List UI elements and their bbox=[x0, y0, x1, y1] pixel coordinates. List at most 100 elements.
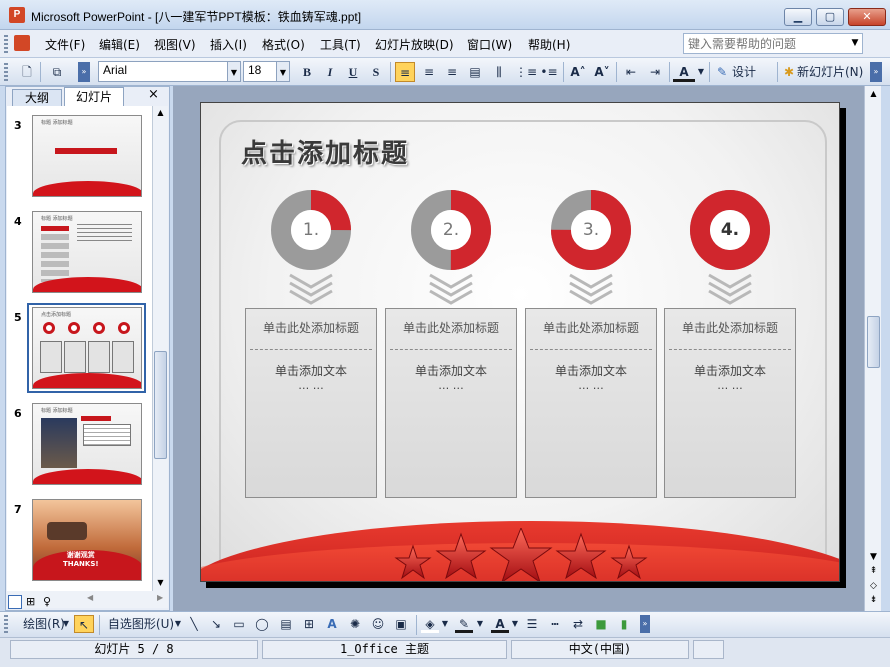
toolbar-grip-handle[interactable] bbox=[4, 63, 8, 81]
fill-color-icon[interactable]: ◈ bbox=[421, 615, 439, 633]
card-text[interactable]: 单击添加文本 bbox=[526, 362, 656, 379]
line-style-icon[interactable]: ☰ bbox=[523, 615, 541, 633]
step-4-card[interactable]: 单击此处添加标题 单击添加文本 … … bbox=[664, 308, 796, 498]
help-search-input[interactable] bbox=[683, 33, 863, 54]
italic-button[interactable]: I bbox=[322, 62, 338, 82]
wordart-icon[interactable]: A bbox=[323, 615, 341, 633]
align-center-icon[interactable]: ≡ bbox=[419, 62, 439, 82]
decrease-font-icon[interactable]: A˅ bbox=[592, 62, 612, 82]
picture-icon[interactable]: ▣ bbox=[392, 615, 410, 633]
slide-thumbnail-4[interactable]: 标题 添加标题 bbox=[32, 211, 142, 293]
new-document-icon[interactable]: 🗋 bbox=[18, 62, 36, 82]
card-text[interactable]: 单击添加文本 bbox=[386, 362, 516, 379]
draw-font-dropdown-icon[interactable]: ▼ bbox=[511, 615, 519, 633]
fill-dropdown-icon[interactable]: ▼ bbox=[441, 615, 449, 633]
toolbar-options-icon[interactable]: » bbox=[78, 62, 90, 82]
document-icon[interactable] bbox=[14, 35, 30, 51]
normal-view-icon[interactable] bbox=[8, 595, 22, 609]
menu-file[interactable]: 文件(F) bbox=[45, 36, 85, 53]
autoshapes-dropdown-icon[interactable]: ▼ bbox=[174, 615, 182, 633]
copy-icon[interactable]: ⧉ bbox=[46, 62, 68, 82]
close-window-button[interactable]: ✕ bbox=[848, 8, 886, 26]
step-4-circle[interactable]: 4. bbox=[690, 190, 770, 273]
slide-thumbnail-3[interactable]: 标题 添加标题 bbox=[32, 115, 142, 197]
draw-font-color-icon[interactable]: A bbox=[491, 615, 509, 633]
new-slide-icon[interactable]: ✱ bbox=[781, 62, 797, 82]
dash-style-icon[interactable]: ┅ bbox=[546, 615, 564, 633]
bold-button[interactable]: B bbox=[299, 62, 315, 82]
draw-toolbar-overflow-icon[interactable]: » bbox=[640, 615, 650, 633]
shadow-button[interactable]: S bbox=[368, 62, 384, 82]
shadow-style-icon[interactable]: ■ bbox=[592, 615, 610, 633]
clipart-icon[interactable]: ☺ bbox=[369, 615, 387, 633]
menu-window[interactable]: 窗口(W) bbox=[467, 36, 512, 53]
slide-title-placeholder[interactable]: 点击添加标题 bbox=[241, 133, 409, 170]
maximize-button[interactable]: ▢ bbox=[816, 8, 844, 26]
slide-thumbnail-5[interactable]: 点击添加标题 bbox=[32, 307, 142, 389]
step-3-circle[interactable]: 3. bbox=[551, 190, 631, 273]
font-size-select[interactable]: 18 bbox=[243, 61, 277, 82]
diagram-icon[interactable]: ✺ bbox=[346, 615, 364, 633]
slide-thumbnail-6[interactable]: 标题 添加标题 bbox=[32, 403, 142, 485]
justify-icon[interactable]: ▤ bbox=[465, 62, 485, 82]
powerpoint-app-icon[interactable]: P bbox=[9, 7, 25, 23]
minimize-button[interactable]: ▁ bbox=[784, 8, 812, 26]
font-color-icon[interactable]: A bbox=[673, 62, 695, 82]
draw-toolbar-grip[interactable] bbox=[4, 615, 8, 633]
align-right-icon[interactable]: ≡ bbox=[442, 62, 462, 82]
arrow-icon[interactable]: ↘ bbox=[208, 615, 224, 633]
columns-icon[interactable]: ⫼ bbox=[489, 62, 509, 82]
new-slide-button[interactable]: 新幻灯片(N) bbox=[797, 62, 867, 82]
font-dropdown-icon[interactable]: ▼ bbox=[227, 61, 241, 82]
font-name-select[interactable]: Arial bbox=[98, 61, 228, 82]
line-icon[interactable]: ╲ bbox=[186, 615, 202, 633]
line-color-icon[interactable]: ✎ bbox=[455, 615, 473, 633]
slide-sorter-view-icon[interactable]: ⊞ bbox=[26, 595, 40, 609]
menu-view[interactable]: 视图(V) bbox=[154, 36, 196, 53]
arrow-style-icon[interactable]: ⇄ bbox=[569, 615, 587, 633]
rectangle-icon[interactable]: ▭ bbox=[230, 615, 248, 633]
draw-dropdown-icon[interactable]: ▼ bbox=[62, 615, 70, 633]
autoshapes-menu-button[interactable]: 自选图形(U) bbox=[105, 615, 177, 633]
step-1-card[interactable]: 单击此处添加标题 单击添加文本 … … bbox=[245, 308, 377, 498]
menu-edit[interactable]: 编辑(E) bbox=[99, 36, 140, 53]
card-text[interactable]: 单击添加文本 bbox=[665, 362, 795, 379]
pane-close-icon[interactable]: × bbox=[148, 87, 159, 102]
numbered-list-icon[interactable]: ⋮≡ bbox=[515, 62, 537, 82]
menu-format[interactable]: 格式(O) bbox=[262, 36, 305, 53]
vertical-textbox-icon[interactable]: ⊞ bbox=[300, 615, 318, 633]
tab-slides[interactable]: 幻灯片 bbox=[64, 87, 124, 106]
select-pointer-icon[interactable]: ↖ bbox=[74, 615, 94, 633]
current-slide[interactable]: 点击添加标题 1. 2. 3. 4. 单击此处添加标题 单击添加文本 … … 单… bbox=[200, 102, 840, 582]
design-icon[interactable]: ✎ bbox=[714, 62, 730, 82]
toolbar-overflow-icon[interactable]: » bbox=[870, 62, 882, 82]
3d-style-icon[interactable]: ▮ bbox=[615, 615, 633, 633]
tab-outline[interactable]: 大纲 bbox=[12, 89, 62, 106]
step-1-circle[interactable]: 1. bbox=[271, 190, 351, 273]
menu-insert[interactable]: 插入(I) bbox=[210, 36, 247, 53]
card-heading[interactable]: 单击此处添加标题 bbox=[665, 319, 795, 336]
size-dropdown-icon[interactable]: ▼ bbox=[276, 61, 290, 82]
oval-icon[interactable]: ◯ bbox=[253, 615, 271, 633]
bulleted-list-icon[interactable]: •≡ bbox=[539, 62, 559, 82]
card-heading[interactable]: 单击此处添加标题 bbox=[246, 319, 376, 336]
slide-thumbnail-7[interactable]: 谢谢观赏 THANKS! bbox=[32, 499, 142, 581]
step-2-circle[interactable]: 2. bbox=[411, 190, 491, 273]
align-left-icon[interactable]: ≡ bbox=[395, 62, 415, 82]
slideshow-view-icon[interactable]: ♀ bbox=[43, 595, 57, 609]
increase-font-icon[interactable]: A˄ bbox=[568, 62, 588, 82]
textbox-icon[interactable]: ▤ bbox=[277, 615, 295, 633]
step-2-card[interactable]: 单击此处添加标题 单击添加文本 … … bbox=[385, 308, 517, 498]
increase-indent-icon[interactable]: ⇥ bbox=[645, 62, 665, 82]
menu-help[interactable]: 帮助(H) bbox=[528, 36, 570, 53]
menu-grip-handle[interactable] bbox=[4, 35, 8, 53]
line-color-dropdown-icon[interactable]: ▼ bbox=[476, 615, 484, 633]
menu-tools[interactable]: 工具(T) bbox=[320, 36, 361, 53]
card-text[interactable]: 单击添加文本 bbox=[246, 362, 376, 379]
menu-slideshow[interactable]: 幻灯片放映(D) bbox=[375, 36, 454, 53]
slides-scrollbar[interactable]: ▲ ▼ bbox=[152, 106, 168, 591]
design-button[interactable]: 设计(S) bbox=[732, 62, 772, 99]
card-heading[interactable]: 单击此处添加标题 bbox=[386, 319, 516, 336]
underline-button[interactable]: U bbox=[345, 62, 361, 82]
help-dropdown-icon[interactable]: ▼ bbox=[847, 33, 863, 54]
